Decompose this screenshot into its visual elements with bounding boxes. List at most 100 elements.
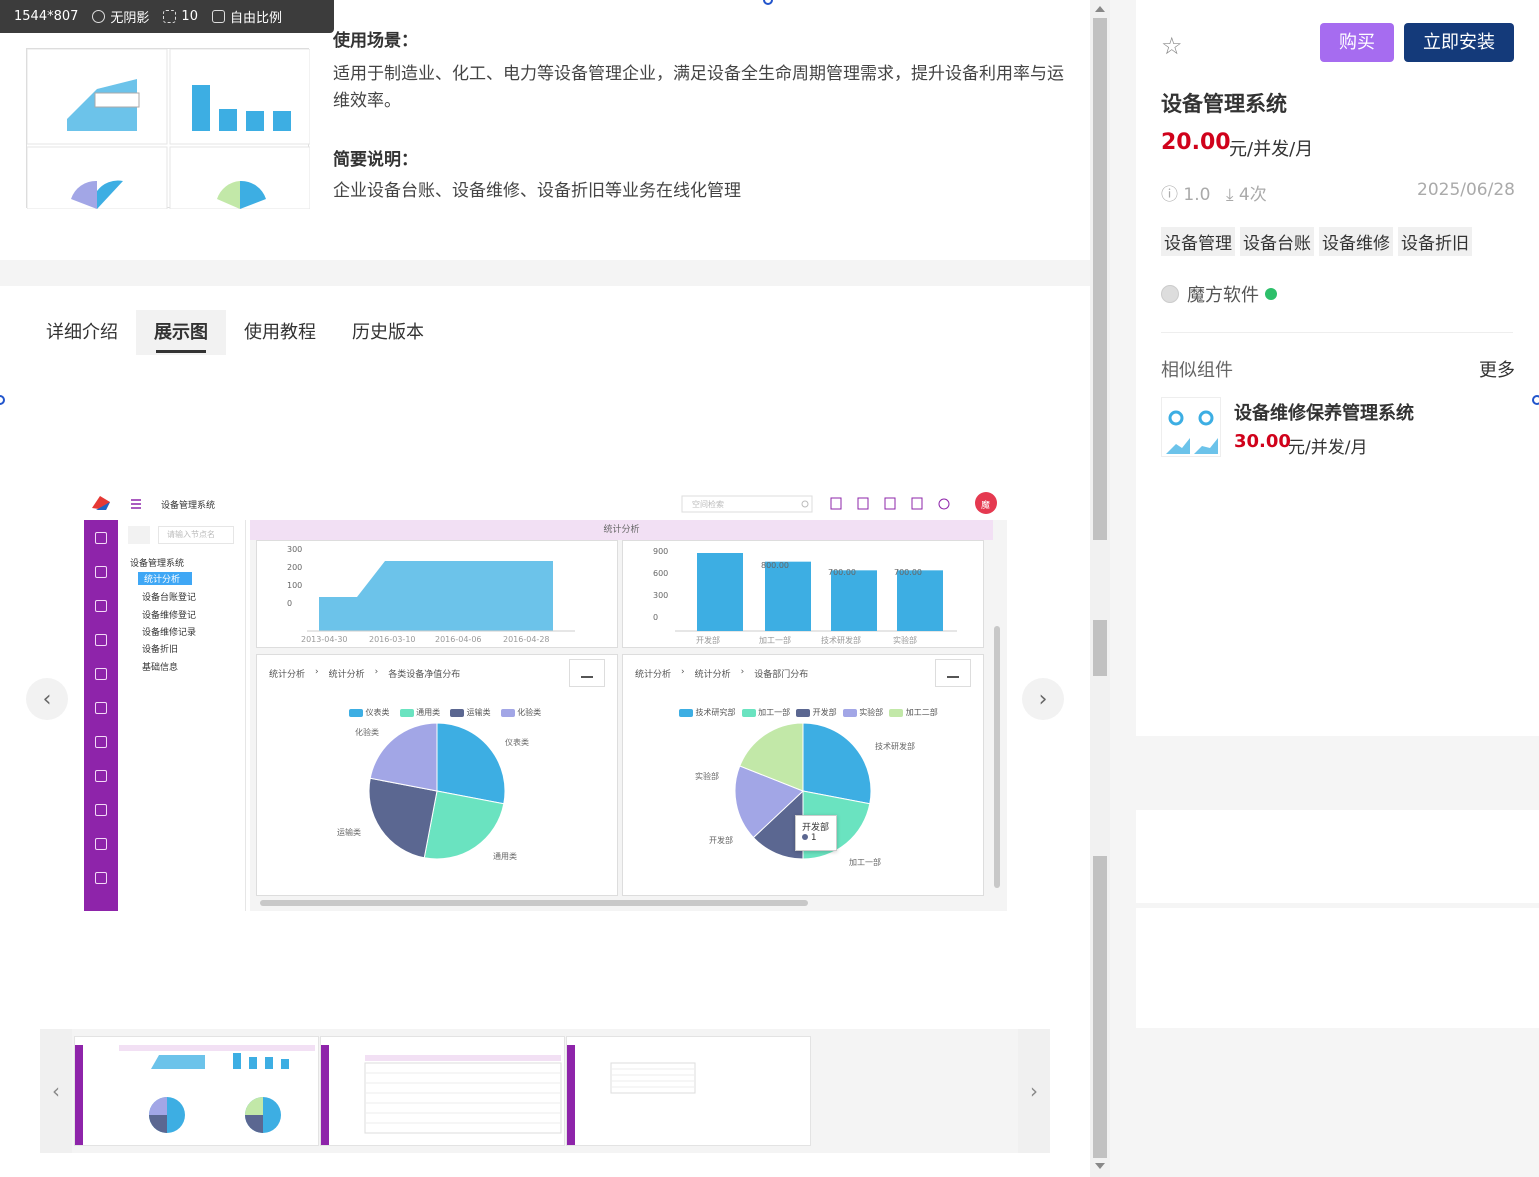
bar-value-label: 700.00 xyxy=(828,568,856,577)
pie-left-graphic xyxy=(368,722,506,860)
pie-right-panel: 统计分析 › 统计分析 › 设备部门分布 技术研究部 加工一部 开发部 实验部 加工… xyxy=(622,654,984,896)
tag[interactable]: 设备台账 xyxy=(1240,227,1314,256)
app-vscroll[interactable] xyxy=(994,626,1000,888)
product-name: 设备管理系统 xyxy=(1161,92,1287,116)
y-tick: 600 xyxy=(653,569,669,578)
screen-icon xyxy=(95,770,107,782)
similar-item-unit: 元/并发/月 xyxy=(1288,438,1368,458)
pie-label: 运输类 xyxy=(337,828,361,837)
vendor-name[interactable]: 魔方软件 xyxy=(1187,281,1259,307)
similar-item-name[interactable]: 设备维修保养管理系统 xyxy=(1234,399,1414,425)
tag[interactable]: 设备折旧 xyxy=(1398,227,1472,256)
scene-text: 适用于制造业、化工、电力等设备管理企业，满足设备全生命周期管理需求，提升设备利用… xyxy=(333,64,1064,111)
tree-search: 请输入节点名 xyxy=(158,526,234,544)
sidebar-empty-card xyxy=(1136,810,1539,903)
similar-title: 相似组件 xyxy=(1161,360,1233,381)
tab-showcase[interactable]: 展示图 xyxy=(136,310,226,355)
scroll-up-icon[interactable] xyxy=(1095,6,1105,12)
divider xyxy=(1161,332,1513,333)
bar-y-ticks: 900 600 300 0 xyxy=(653,541,668,629)
pie-left-panel: 统计分析 › 统计分析 › 各类设备净值分布 仪表类 通用类 运输类 化验类 化验类… xyxy=(256,654,618,896)
flow-icon xyxy=(95,838,107,850)
radius-label: 10 xyxy=(181,9,198,24)
shadow-icon xyxy=(92,10,106,23)
pie-tooltip: 开发部 1 xyxy=(795,815,837,851)
shadow-option[interactable]: 无阴影 xyxy=(92,7,149,26)
sidebar-empty-card xyxy=(1136,908,1539,1028)
y-tick: 900 xyxy=(653,547,669,556)
buy-button[interactable]: 购买 xyxy=(1320,23,1394,62)
y-tick: 300 xyxy=(287,545,303,554)
radius-option[interactable]: 10 xyxy=(163,9,198,24)
tab-tutorial[interactable]: 使用教程 xyxy=(226,310,334,355)
tooltip-title: 开发部 xyxy=(802,823,830,833)
ratio-option[interactable]: 自由比例 xyxy=(211,7,282,26)
tree-node: 设备台账登记 xyxy=(142,593,197,603)
pie-label: 化验类 xyxy=(355,728,379,737)
tree-node: 设备折旧 xyxy=(142,645,179,655)
similar-thumbnail[interactable] xyxy=(1161,397,1221,457)
thumbnail-3[interactable] xyxy=(566,1036,811,1146)
share-icon xyxy=(95,702,107,714)
detail-tabs: 详细介绍 展示图 使用教程 历史版本 xyxy=(28,310,442,355)
y-tick: 200 xyxy=(287,563,303,572)
app-topbar-graphic xyxy=(92,492,997,514)
verified-badge-icon xyxy=(1265,288,1277,300)
download-info: ⤓ 4次 xyxy=(1226,180,1267,205)
pie-label: 技术研发部 xyxy=(875,742,915,751)
tree-node-active: 统计分析 xyxy=(138,572,192,585)
app-content-header: 统计分析 xyxy=(250,520,993,540)
tab-detail[interactable]: 详细介绍 xyxy=(28,310,136,355)
carousel-prev-button[interactable]: ‹ xyxy=(26,678,68,720)
thumbnail-2[interactable] xyxy=(320,1036,565,1146)
brief-title: 简要说明： xyxy=(333,150,418,170)
size-readout: 1544*807 xyxy=(14,9,78,24)
app-hscroll[interactable] xyxy=(260,900,808,906)
x-tick: 2016-04-06 xyxy=(435,635,482,644)
tree-icon xyxy=(95,668,107,680)
page-scrollbar[interactable] xyxy=(1090,0,1110,1177)
card-icon xyxy=(95,736,107,748)
bar-category: 加工一部 xyxy=(759,636,791,645)
strip-next-button[interactable]: › xyxy=(1018,1029,1050,1153)
tag[interactable]: 设备维修 xyxy=(1319,227,1393,256)
favorite-star-icon[interactable]: ☆ xyxy=(1161,32,1183,60)
line-label: 200.00 xyxy=(309,560,337,569)
similar-item-price: 30.00 xyxy=(1234,431,1291,452)
tag[interactable]: 设备管理 xyxy=(1161,227,1235,256)
tab-history[interactable]: 历史版本 xyxy=(334,310,442,355)
tree-node: 设备维修登记 xyxy=(142,611,197,621)
scrollbar-gap xyxy=(1093,540,1107,620)
preview-thumbnail[interactable] xyxy=(26,48,311,210)
app-content: 统计分析 300 200 100 0 200.00 200.00 2013-04… xyxy=(250,520,1007,911)
bar-mark xyxy=(697,553,743,631)
ratio-label: 自由比例 xyxy=(229,11,282,26)
more-link[interactable]: 更多 xyxy=(1479,356,1515,382)
radius-icon xyxy=(163,10,177,23)
tree-node: 基础信息 xyxy=(142,663,179,673)
y-tick: 300 xyxy=(653,591,669,600)
strip-prev-button[interactable]: ‹ xyxy=(40,1029,72,1153)
grid-icon xyxy=(128,526,150,544)
scroll-down-icon[interactable] xyxy=(1095,1163,1105,1169)
chart-icon xyxy=(95,804,107,816)
pie-slice xyxy=(423,790,505,860)
app-sidebar-icons xyxy=(84,520,118,884)
pie-slice xyxy=(368,777,438,859)
install-button[interactable]: 立即安装 xyxy=(1404,23,1514,62)
tooltip-value: 1 xyxy=(810,833,817,843)
pie-slice xyxy=(802,722,872,805)
chevron-right-icon: › xyxy=(1030,1079,1038,1103)
section-gap xyxy=(0,260,1090,286)
thumbnail-1[interactable] xyxy=(74,1036,319,1146)
selection-handle[interactable] xyxy=(1532,395,1539,405)
vendor[interactable]: 魔方软件 xyxy=(1161,281,1277,307)
version-info: ⓘ 1.0 xyxy=(1161,180,1210,205)
monitor-icon xyxy=(95,566,107,578)
scene-title: 使用场景： xyxy=(333,31,418,51)
tooltip-value-row: 1 xyxy=(802,833,830,843)
carousel-next-button[interactable]: › xyxy=(1022,678,1064,720)
bar-panel: 900 600 300 0 800.00 700.00 700.00 开发部 加… xyxy=(622,540,984,648)
pie-label: 仪表类 xyxy=(505,738,529,747)
size-text: 1544*807 xyxy=(14,9,79,24)
